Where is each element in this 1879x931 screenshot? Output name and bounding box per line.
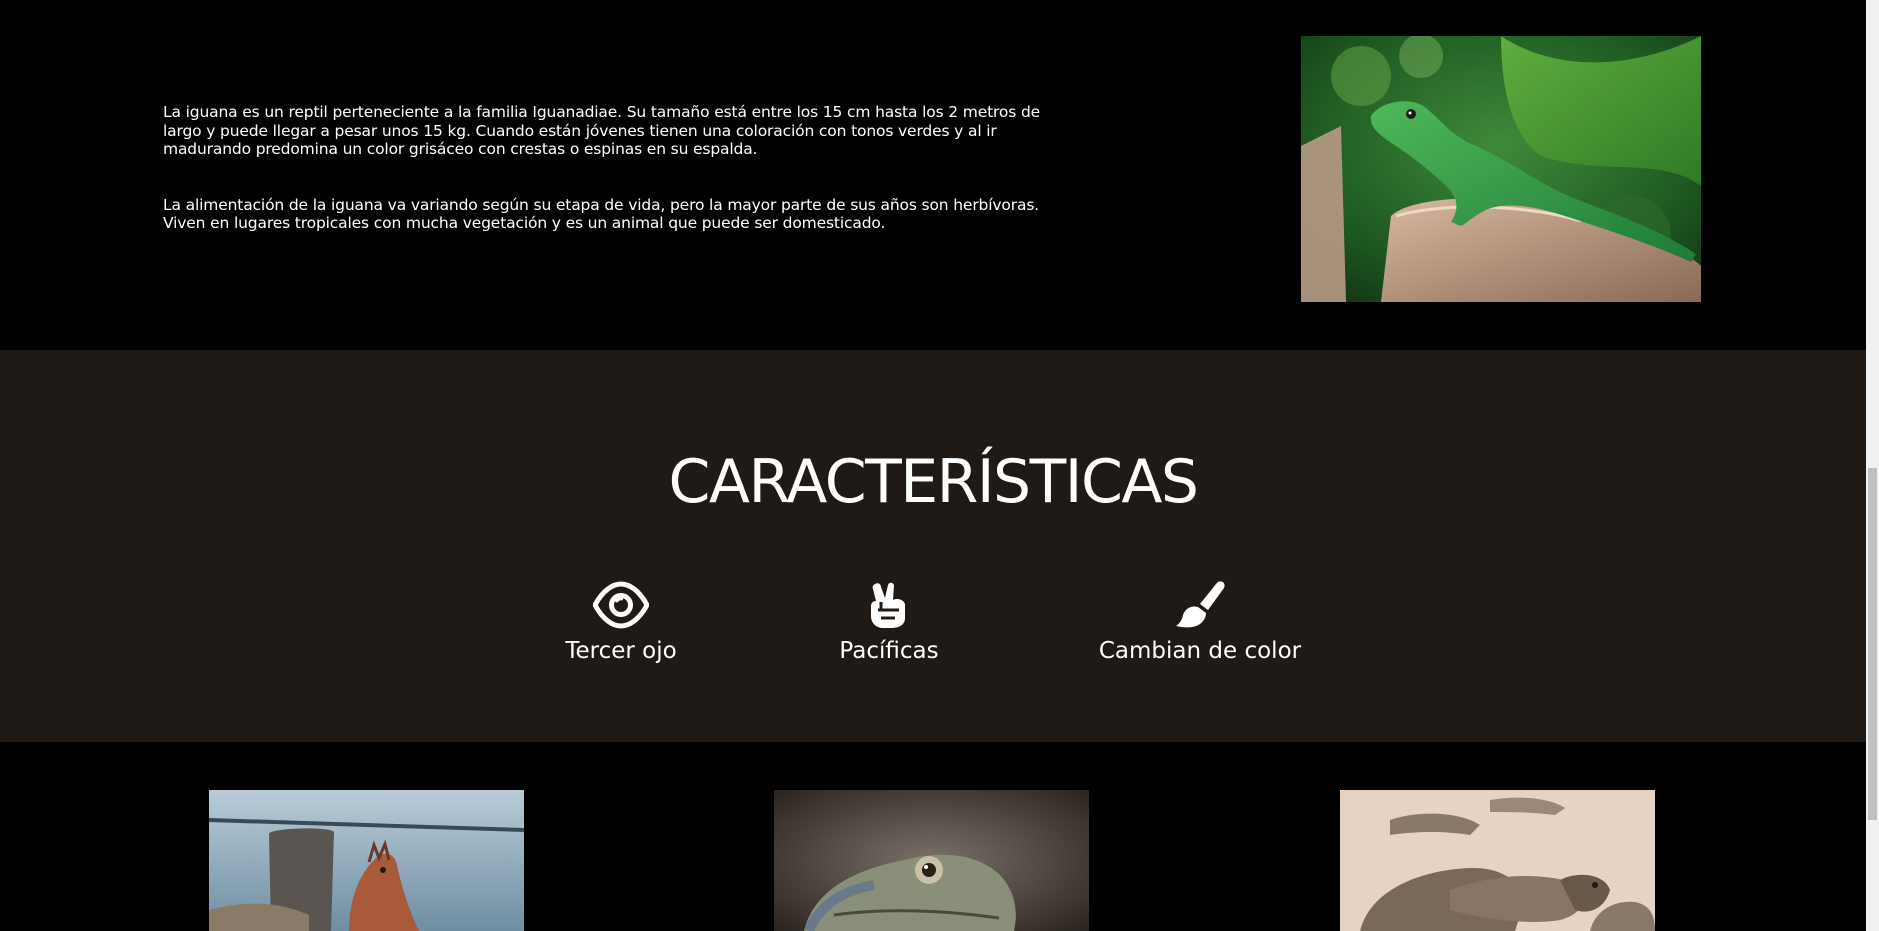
feature-third-eye: Tercer ojo (550, 580, 692, 665)
features-title: CARACTERÍSTICAS (668, 447, 1199, 517)
gallery-section (0, 742, 1866, 931)
feature-label: Tercer ojo (565, 638, 677, 664)
intro-paragraph-2: La alimentación de la iguana va variando… (163, 195, 1040, 233)
intro-text: La iguana es un reptil perteneciente a l… (163, 103, 1048, 270)
intro-paragraph-1: La iguana es un reptil perteneciente a l… (163, 103, 1041, 158)
page: La iguana es un reptil perteneciente a l… (0, 0, 1879, 931)
intro-section: La iguana es un reptil perteneciente a l… (0, 0, 1866, 350)
iguana-closeup-photo (774, 790, 1089, 931)
iguanas-on-sand-photo (1340, 790, 1655, 931)
feature-label: Cambian de color (1098, 638, 1302, 664)
green-iguana-photo (1301, 36, 1701, 302)
feature-label: Pacíficas (839, 638, 939, 664)
vertical-scrollbar[interactable] (1866, 0, 1879, 931)
paint-brush-icon (1172, 580, 1228, 630)
iguana-by-water-photo (209, 790, 524, 931)
scrollbar-thumb[interactable] (1868, 468, 1877, 820)
features-section: CARACTERÍSTICAS Tercer ojo Pacíficas Cam… (0, 350, 1866, 742)
eye-icon (592, 580, 650, 630)
peace-hand-icon (861, 580, 917, 630)
feature-peaceful: Pacíficas (818, 580, 960, 665)
feature-color-change: Cambian de color (1090, 580, 1310, 665)
